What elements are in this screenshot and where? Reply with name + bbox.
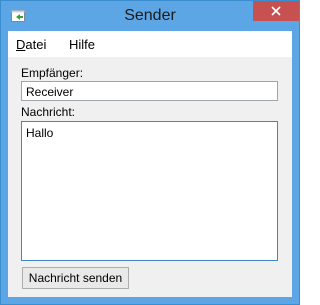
sender-window: Sender Datei Hilfe Empfänger: Receiver N… — [0, 0, 300, 305]
close-icon — [271, 6, 281, 16]
message-label: Nachricht: — [21, 105, 76, 119]
menu-hilfe[interactable]: Hilfe — [69, 37, 95, 52]
send-message-button[interactable]: Nachricht senden — [22, 267, 129, 289]
menu-bar: Datei Hilfe — [8, 31, 292, 57]
client-area: Datei Hilfe Empfänger: Receiver Nachrich… — [8, 31, 292, 297]
recipient-field[interactable]: Receiver — [21, 81, 278, 101]
title-bar[interactable]: Sender — [1, 1, 299, 31]
menu-datei-mnemonic: D — [16, 37, 26, 52]
message-value: Hallo — [26, 126, 54, 140]
close-button[interactable] — [253, 1, 299, 21]
menu-datei[interactable]: Datei — [16, 37, 46, 52]
message-field[interactable]: Hallo — [21, 121, 278, 261]
recipient-label: Empfänger: — [21, 66, 84, 80]
menu-hilfe-label: Hilfe — [69, 37, 96, 52]
menu-datei-label: atei — [25, 37, 47, 52]
recipient-value: Receiver — [26, 85, 74, 99]
